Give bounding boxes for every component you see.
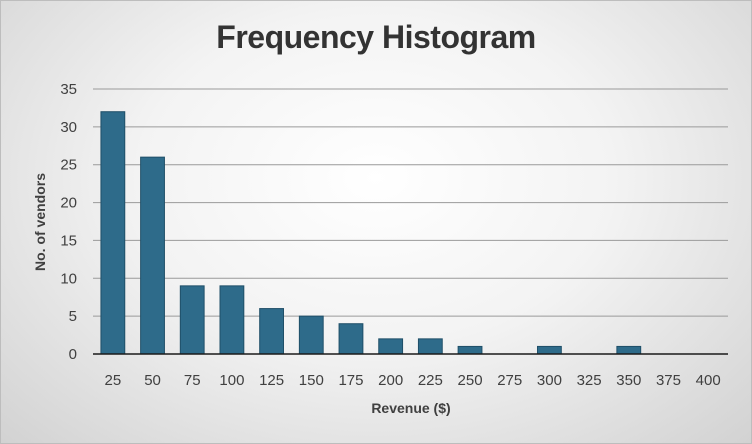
- histogram-bar: [259, 308, 284, 355]
- histogram-bar: [537, 345, 562, 355]
- gridlines: [93, 88, 728, 317]
- y-tick-label: 5: [69, 308, 77, 325]
- y-tick-label: 0: [69, 346, 77, 363]
- x-tick-label: 275: [497, 372, 522, 389]
- x-tick-label: 375: [656, 372, 681, 389]
- x-tick-label: 325: [577, 372, 602, 389]
- x-tick-label: 75: [184, 372, 201, 389]
- histogram-bar: [338, 323, 364, 355]
- x-tick-label: 300: [537, 372, 562, 389]
- x-tick-label: 50: [144, 372, 161, 389]
- histogram-plot: 0 5 10 15 20 25 30 35 25 50 75 100 125 150 175 200 225 25…: [32, 81, 728, 416]
- histogram-bar: [417, 338, 443, 355]
- histogram-bar: [100, 111, 126, 355]
- y-tick-label: 20: [60, 195, 77, 212]
- x-tick-label: 200: [378, 372, 403, 389]
- x-tick-label: 250: [458, 372, 483, 389]
- histogram-bar: [179, 285, 205, 355]
- x-axis-title: Revenue ($): [371, 400, 450, 416]
- histogram-bar: [616, 345, 642, 355]
- y-tick-label: 35: [60, 81, 77, 98]
- bars: [100, 111, 642, 355]
- histogram-bar: [140, 156, 165, 355]
- x-tick-label: 350: [616, 372, 641, 389]
- y-tick-label: 30: [60, 119, 77, 136]
- histogram-bar: [298, 315, 324, 355]
- y-axis-title: No. of vendors: [32, 173, 48, 271]
- x-tick-label: 100: [219, 372, 244, 389]
- x-tick-label: 225: [418, 372, 443, 389]
- y-tick-label: 25: [60, 157, 77, 174]
- x-tick-label: 25: [105, 372, 122, 389]
- histogram-bar: [378, 338, 404, 355]
- chart-area: Frequency Histogram 0 5 10 15 20 25 30 35 25 50 75…: [0, 0, 752, 444]
- histogram-bar: [457, 345, 483, 355]
- x-tick-label: 125: [259, 372, 284, 389]
- y-tick-label: 10: [60, 270, 77, 287]
- x-tick-label: 150: [299, 372, 324, 389]
- x-tick-label: 400: [696, 372, 721, 389]
- y-tick-label: 15: [60, 232, 77, 249]
- x-tick-label: 175: [338, 372, 363, 389]
- histogram-bar: [219, 285, 245, 355]
